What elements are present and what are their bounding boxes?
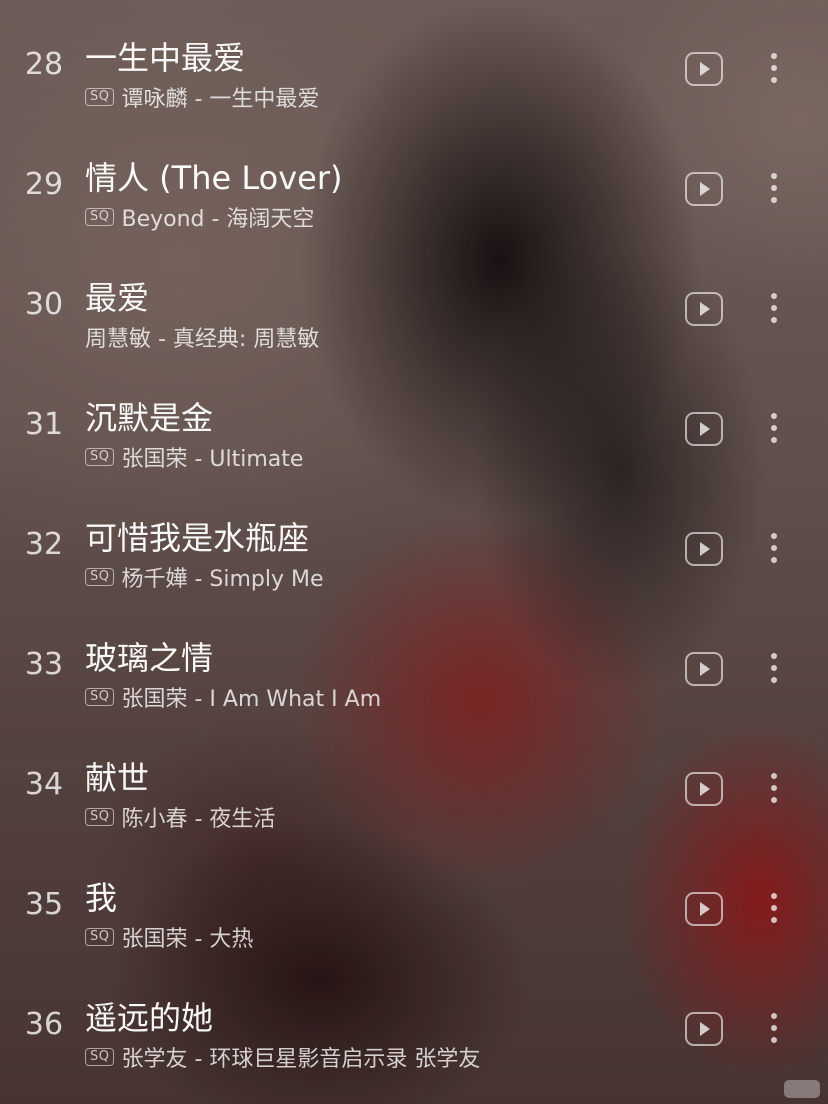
more-vertical-icon[interactable] (764, 53, 784, 87)
track-artist-album: 陈小春 - 夜生活 (121, 807, 276, 832)
sq-quality-badge: SQ (85, 208, 115, 226)
track-artist-album: 周慧敏 - 真经典: 周慧敏 (85, 327, 320, 352)
track-list: 28 一生中最爱 SQ 谭咏麟 - 一生中最爱 29 情人 (The Lover… (0, 9, 828, 1089)
more-vertical-icon[interactable] (764, 533, 784, 567)
track-row[interactable]: 35 我 SQ 张国荣 - 大热 (0, 849, 828, 969)
track-title: 我 (85, 879, 118, 917)
play-video-icon[interactable] (685, 1012, 723, 1046)
track-number: 36 (24, 1007, 64, 1042)
track-artist-album: 张国荣 - 大热 (121, 927, 254, 952)
track-subtitle-line: SQ Beyond - 海阔天空 (85, 201, 314, 233)
play-video-icon[interactable] (685, 292, 723, 326)
sq-quality-badge: SQ (85, 688, 115, 706)
play-video-icon[interactable] (685, 532, 723, 566)
more-vertical-icon[interactable] (764, 173, 784, 207)
track-artist-album: 谭咏麟 - 一生中最爱 (121, 87, 320, 112)
track-row[interactable]: 34 献世 SQ 陈小春 - 夜生活 (0, 729, 828, 849)
sq-quality-badge: SQ (85, 808, 115, 826)
track-title: 可惜我是水瓶座 (85, 519, 310, 557)
track-number: 34 (24, 767, 64, 802)
track-artist-album: 张学友 - 环球巨星影音启示录 张学友 (121, 1047, 481, 1072)
more-vertical-icon[interactable] (764, 773, 784, 807)
track-number: 30 (24, 287, 64, 322)
track-subtitle-line: 周慧敏 - 真经典: 周慧敏 (85, 321, 319, 353)
track-artist-album: 张国荣 - I Am What I Am (121, 687, 382, 712)
play-video-icon[interactable] (685, 772, 723, 806)
more-vertical-icon[interactable] (764, 893, 784, 927)
more-vertical-icon[interactable] (764, 413, 784, 447)
track-number: 28 (24, 47, 64, 82)
track-title: 玻璃之情 (85, 639, 214, 677)
track-title: 最爱 (85, 279, 150, 317)
track-artist-album: 杨千嬅 - Simply Me (121, 567, 324, 592)
watermark-logo (784, 1080, 820, 1098)
track-subtitle-line: SQ 张国荣 - I Am What I Am (85, 681, 381, 713)
track-number: 29 (24, 167, 64, 202)
play-video-icon[interactable] (685, 892, 723, 926)
track-title: 献世 (85, 759, 150, 797)
play-video-icon[interactable] (685, 412, 723, 446)
more-vertical-icon[interactable] (764, 293, 784, 327)
track-subtitle-line: SQ 张国荣 - Ultimate (85, 441, 303, 473)
track-row[interactable]: 32 可惜我是水瓶座 SQ 杨千嬅 - Simply Me (0, 489, 828, 609)
track-row[interactable]: 31 沉默是金 SQ 张国荣 - Ultimate (0, 369, 828, 489)
more-vertical-icon[interactable] (764, 653, 784, 687)
track-title: 一生中最爱 (85, 39, 246, 77)
track-row[interactable]: 28 一生中最爱 SQ 谭咏麟 - 一生中最爱 (0, 9, 828, 129)
track-title: 沉默是金 (85, 399, 214, 437)
track-artist-album: 张国荣 - Ultimate (121, 447, 304, 472)
sq-quality-badge: SQ (85, 928, 115, 946)
track-row[interactable]: 36 遥远的她 SQ 张学友 - 环球巨星影音启示录 张学友 (0, 969, 828, 1089)
sq-quality-badge: SQ (85, 88, 115, 106)
track-number: 32 (24, 527, 64, 562)
track-row[interactable]: 29 情人 (The Lover) SQ Beyond - 海阔天空 (0, 129, 828, 249)
track-subtitle-line: SQ 谭咏麟 - 一生中最爱 (85, 81, 319, 113)
play-video-icon[interactable] (685, 172, 723, 206)
track-number: 31 (24, 407, 64, 442)
track-title: 遥远的她 (85, 999, 214, 1037)
track-number: 35 (24, 887, 64, 922)
sq-quality-badge: SQ (85, 448, 115, 466)
track-number: 33 (24, 647, 64, 682)
play-video-icon[interactable] (685, 52, 723, 86)
sq-quality-badge: SQ (85, 568, 115, 586)
track-subtitle-line: SQ 陈小春 - 夜生活 (85, 801, 275, 833)
track-artist-album: Beyond - 海阔天空 (121, 207, 315, 232)
sq-quality-badge: SQ (85, 1048, 115, 1066)
more-vertical-icon[interactable] (764, 1013, 784, 1047)
track-title: 情人 (The Lover) (85, 159, 343, 197)
track-subtitle-line: SQ 张学友 - 环球巨星影音启示录 张学友 (85, 1041, 480, 1073)
track-row[interactable]: 33 玻璃之情 SQ 张国荣 - I Am What I Am (0, 609, 828, 729)
play-video-icon[interactable] (685, 652, 723, 686)
track-row[interactable]: 30 最爱 周慧敏 - 真经典: 周慧敏 (0, 249, 828, 369)
track-subtitle-line: SQ 杨千嬅 - Simply Me (85, 561, 324, 593)
track-subtitle-line: SQ 张国荣 - 大热 (85, 921, 253, 953)
